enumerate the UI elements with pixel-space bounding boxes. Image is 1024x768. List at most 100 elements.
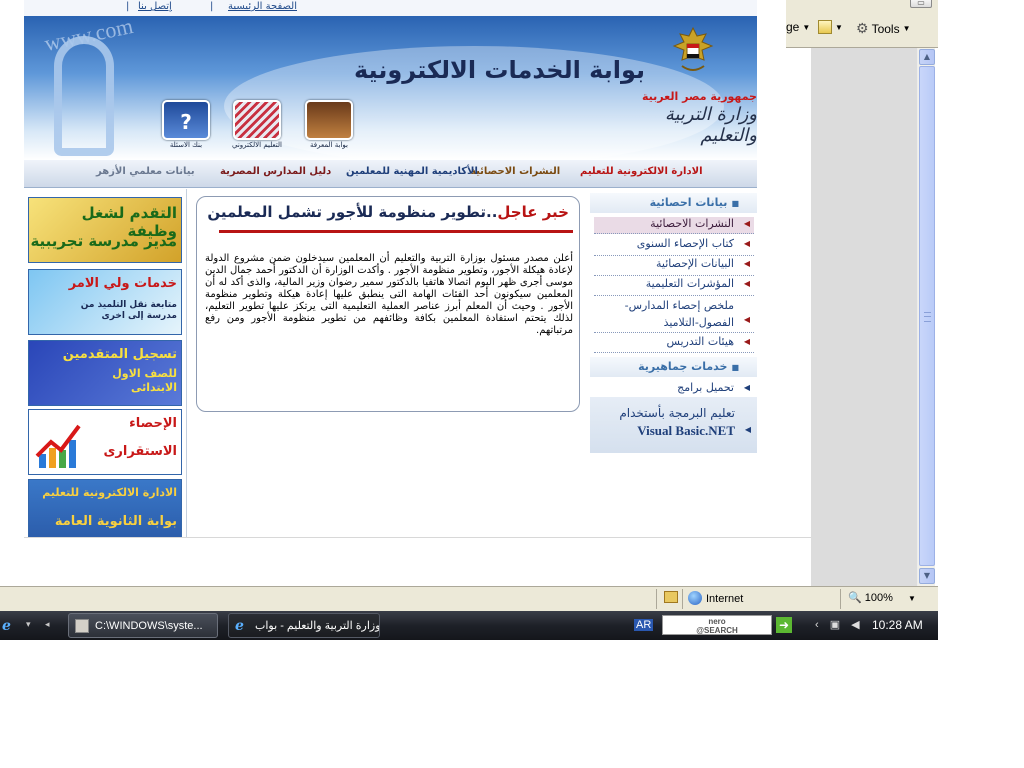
chevron-down-icon: ▼ — [907, 594, 916, 603]
clock[interactable]: 10:28 AM — [872, 618, 923, 632]
news-body: أعلن مصدر مسئول بوزارة التربية والتعليم … — [205, 253, 573, 336]
windows-taskbar: e ▾ ◂ C:\WINDOWS\syste... e وزارة التربي… — [0, 611, 938, 640]
e-learning-button[interactable]: التعليم الالكتروني — [232, 100, 282, 152]
nav-e-administration[interactable]: الادارة الالكترونية للتعليم — [580, 166, 703, 177]
parent-services-banner[interactable]: خدمات ولي الامر متابعة نقل التلميذ من مد… — [28, 269, 182, 335]
language-indicator[interactable]: AR — [634, 619, 654, 631]
chevron-down-icon: ▼ — [802, 22, 811, 32]
screen: ▭ ge ▼ ▼ ⚙ Tools ▼ ▲ ▼ الصفحة الرئيسية |… — [0, 0, 1024, 768]
web-page: الصفحة الرئيسية | إتصل بنا | www.com بوا… — [24, 0, 786, 537]
ad-title: الادارة الالكترونية للتعليم — [42, 486, 177, 499]
ie-quicklaunch-icon[interactable]: e — [2, 618, 11, 634]
side-gray-area — [811, 48, 917, 586]
nero-logo-text: nero — [708, 617, 726, 626]
eagle-emblem-icon — [672, 26, 714, 71]
page-menu-button[interactable]: ge ▼ — [786, 20, 810, 34]
question-bank-button[interactable]: ? بنك الاسئلة — [161, 100, 211, 152]
sidebar-item-label: هيئات التدريس — [666, 335, 734, 348]
ad-title: خدمات ولي الامر — [68, 276, 177, 291]
tools-label: Tools — [871, 21, 900, 36]
ad-subtitle: للصف الاول الابتدائى — [112, 367, 177, 394]
sidebar-item-label: ملخص إحصاء المدارس-الفصول-التلاميذ — [624, 299, 734, 329]
caret-left-icon: ◀ — [743, 219, 750, 228]
sidebar-item-educational-indicators[interactable]: ◀ المؤشرات التعليمية — [594, 277, 754, 296]
ad-subtitle: مدير مدرسة تجريبية — [30, 232, 177, 250]
nav-schools-guide[interactable]: دليل المدارس المصرية — [220, 166, 331, 177]
vb-net-course-link[interactable]: ◀ تعليم البرمجة بأستخدام Visual Basic.NE… — [590, 397, 757, 453]
status-divider — [840, 589, 841, 609]
keyboard-icon — [233, 100, 281, 140]
sidebar-item-annual-statistics[interactable]: ◀ كتاب الإحصاء السنوى — [594, 237, 754, 256]
vb-line-1: تعليم البرمجة بأستخدام — [619, 406, 735, 420]
site-title: بوابة الخدمات الالكترونية — [354, 56, 646, 84]
urgent-news-box: خبر عاجل..تطوير منظومة للأجور تشمل المعل… — [196, 196, 580, 412]
sidebar-item-statistical-data[interactable]: ◀ البيانات الإحصائية — [594, 257, 754, 276]
sidebar-item-download-programs[interactable]: ◀ تحميل برامج — [594, 381, 754, 397]
republic-label: جمهورية مصر العربية — [642, 90, 757, 103]
taskbar-item-command-prompt[interactable]: C:\WINDOWS\syste... — [68, 613, 218, 638]
link-separator: | — [126, 1, 130, 12]
caret-left-icon: ◀ — [743, 239, 750, 248]
caret-left-icon: ◀ — [743, 383, 750, 392]
vb-line-2: Visual Basic.NET — [637, 423, 735, 438]
caret-left-icon: ◀ — [743, 279, 750, 288]
console-icon — [75, 619, 89, 633]
security-zone[interactable]: Internet — [688, 591, 743, 605]
nav-azhar-teachers-data[interactable]: بيانات معلمي الأزهر — [96, 166, 195, 177]
right-sidebar-menu: ■بيانات احصائية ◀ النشرات الاحصائية ◀ كتاب… — [590, 189, 757, 537]
home-link[interactable]: الصفحة الرئيسية — [228, 1, 297, 12]
nero-search-box[interactable]: nero @SEARCH — [662, 615, 772, 635]
apply-school-director-banner[interactable]: التقدم لشغل وظيفة مدير مدرسة تجريبية — [28, 197, 182, 263]
sidebar-item-label: النشرات الاحصائية — [650, 217, 734, 230]
ad-subtitle: متابعة نقل التلميذ من مدرسة إلى اخرى — [80, 300, 177, 321]
task-label: وزارة التربية والتعليم - بواب... — [255, 620, 380, 632]
ad-title: تسجيل المتقدمين — [62, 347, 177, 362]
search-go-icon[interactable]: ➜ — [776, 617, 792, 633]
zoom-icon: 🔍 — [848, 592, 862, 604]
secondary-portal-banner[interactable]: الادارة الالكترونية للتعليم بوابة الثانو… — [28, 479, 182, 537]
sidebar-item-label: كتاب الإحصاء السنوى — [636, 237, 734, 250]
scroll-down-button[interactable]: ▼ — [919, 568, 935, 584]
quicklaunch-chevrons-icon[interactable]: ▾ ◂ — [26, 619, 56, 630]
system-tray-icons[interactable]: ‹ ▣ ◀ — [815, 618, 864, 631]
e-learning-label: التعليم الالكتروني — [232, 141, 282, 149]
statistics-banner[interactable]: الإحصاء الاستقرارى — [28, 409, 182, 475]
background-panel — [811, 48, 917, 586]
contact-link[interactable]: إتصل بنا — [138, 1, 172, 12]
zoom-level: 100% — [864, 592, 893, 604]
globe-icon — [688, 591, 702, 605]
print-button[interactable]: ▼ — [818, 20, 843, 34]
question-bank-icon: ? — [162, 100, 210, 140]
knowledge-portal-label: بوابة المعرفة — [310, 141, 348, 149]
sidebar-item-teaching-staff[interactable]: ◀ هيئات التدريس — [594, 335, 754, 353]
sidebar-item-schools-summary[interactable]: ◀ ملخص إحصاء المدارس-الفصول-التلاميذ — [594, 297, 754, 333]
nav-statistical-bulletins[interactable]: النشرات الاحصائية — [470, 166, 560, 177]
zoom-control[interactable]: 🔍 100% ▼ — [848, 591, 916, 604]
sidebar-item-label: المؤشرات التعليمية — [645, 277, 734, 290]
browser-status-bar: Internet 🔍 100% ▼ — [0, 586, 938, 611]
print-icon — [818, 20, 832, 34]
zone-label: Internet — [706, 593, 744, 605]
task-label: C:\WINDOWS\syste... — [95, 620, 203, 632]
popup-blocked-icon[interactable] — [664, 591, 678, 606]
ad-subtitle: الاستقرارى — [103, 444, 177, 459]
link-separator: | — [210, 1, 214, 12]
sidebar-item-statistical-bulletins[interactable]: ◀ النشرات الاحصائية — [594, 217, 754, 234]
ie-icon: e — [235, 618, 244, 634]
news-headline[interactable]: خبر عاجل..تطوير منظومة للأجور تشمل المعل… — [207, 203, 569, 221]
scroll-thumb[interactable] — [919, 66, 935, 566]
taskbar-item-browser[interactable]: e وزارة التربية والتعليم - بواب... — [228, 613, 380, 638]
first-grade-registration-banner[interactable]: تسجيل المتقدمين للصف الاول الابتدائى — [28, 340, 182, 406]
vertical-scrollbar[interactable]: ▲ ▼ — [917, 48, 935, 586]
top-links-bar: الصفحة الرئيسية | إتصل بنا | — [24, 0, 757, 16]
window-restore-button[interactable]: ▭ — [910, 0, 932, 8]
browser-command-bar: ▭ ge ▼ ▼ ⚙ Tools ▼ — [786, 0, 938, 48]
banner-ads-column: التقدم لشغل وظيفة مدير مدرسة تجريبية خدم… — [24, 189, 187, 537]
nav-teachers-academy[interactable]: الأكاديمية المهنية للمعلمين — [346, 166, 478, 177]
scroll-up-button[interactable]: ▲ — [919, 49, 935, 65]
chevron-down-icon: ▼ — [835, 22, 843, 32]
tools-menu-button[interactable]: ⚙ Tools ▼ — [856, 20, 911, 37]
site-banner: www.com بوابة الخدمات الالكترونية جمهوري… — [24, 16, 757, 160]
knowledge-portal-button[interactable]: بوابة المعرفة — [304, 100, 354, 152]
books-icon — [305, 100, 353, 140]
